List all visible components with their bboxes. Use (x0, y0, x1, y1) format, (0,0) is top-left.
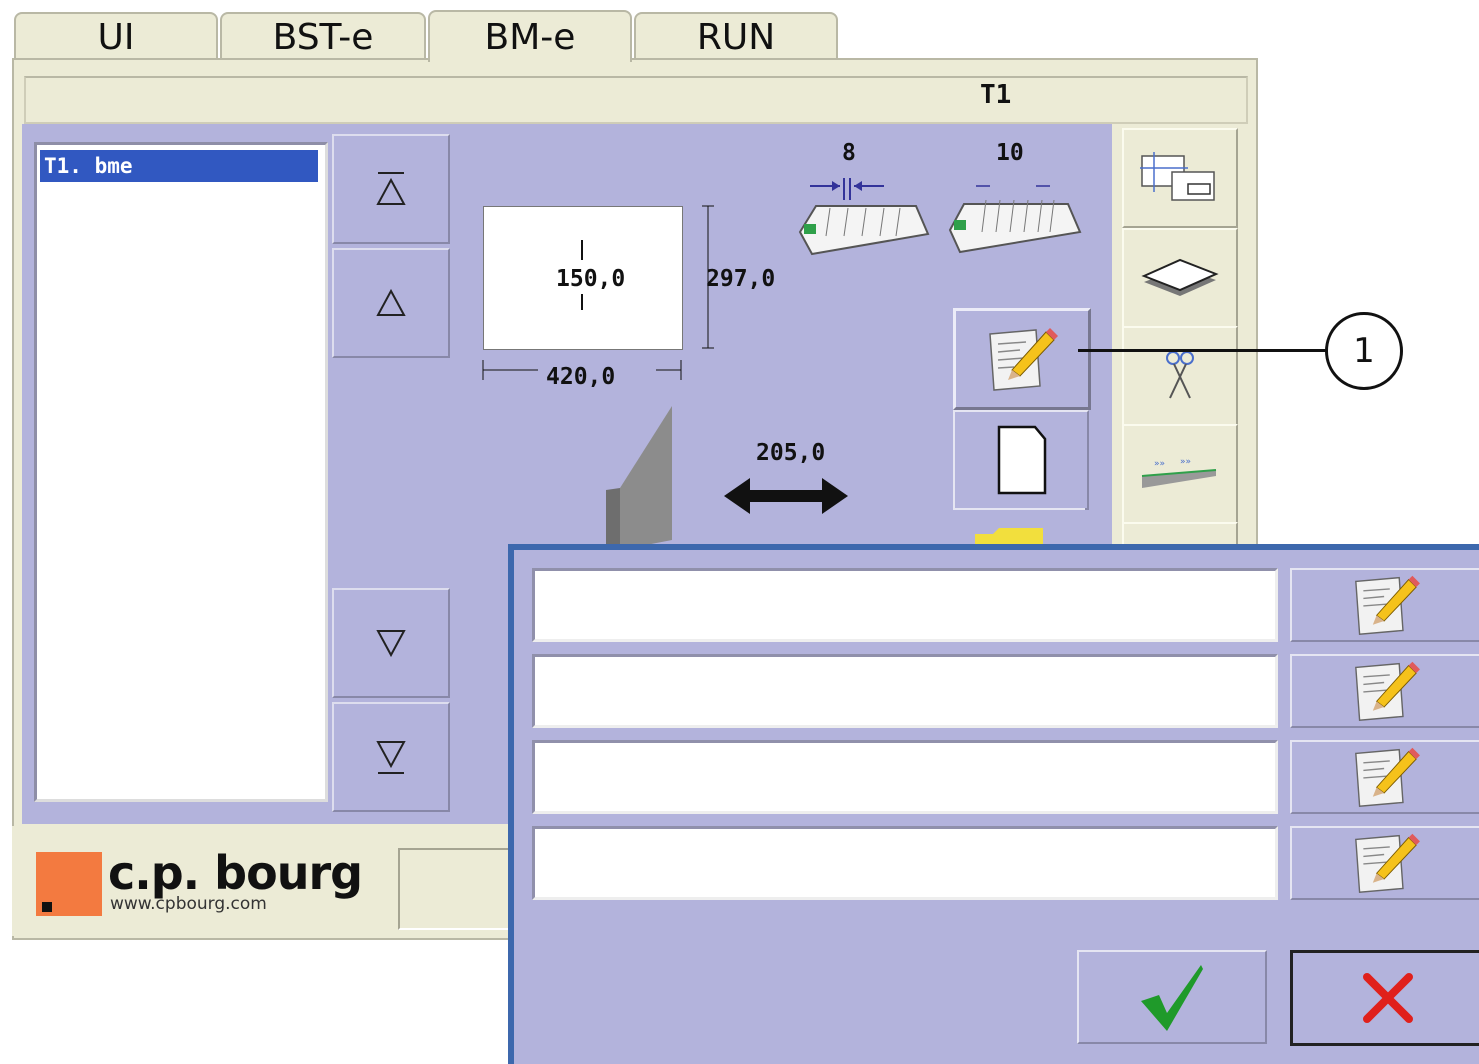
sheet-width-value: 420,0 (546, 364, 616, 390)
svg-text:»»: »» (1154, 459, 1165, 469)
stack-graphic (606, 406, 672, 550)
edit-note-icon (1354, 661, 1420, 721)
cancel-button[interactable] (1290, 950, 1479, 1046)
job-title: T1 (980, 80, 1012, 110)
edit-job-button[interactable] (953, 308, 1091, 410)
list-item[interactable]: T1. bme (40, 150, 318, 182)
edit-note-icon (989, 328, 1058, 391)
dimension-lines (482, 205, 714, 380)
cut-button[interactable] (1122, 326, 1238, 426)
tab-bm-e[interactable]: BM-e (428, 10, 632, 62)
page-format-button[interactable] (953, 410, 1089, 510)
svg-text:»»: »» (1180, 457, 1191, 467)
callout-marker: 1 (1325, 312, 1403, 390)
triangle-down-icon (376, 630, 406, 658)
edit-field-1-button[interactable] (1290, 568, 1479, 642)
brand-name: c.p. bourg (108, 846, 363, 900)
feeder-right-icon (948, 185, 1082, 254)
tab-ui[interactable]: UI (14, 12, 218, 60)
move-bottom-icon (376, 741, 406, 774)
feeder-left-icon (798, 178, 930, 256)
tab-bst-e[interactable]: BST-e (220, 12, 426, 60)
spacing-value: 205,0 (756, 440, 826, 466)
feeder-count-right: 10 (996, 140, 1024, 166)
dialog-field-2[interactable] (532, 654, 1278, 728)
edit-note-icon (1354, 575, 1420, 635)
dialog-field-3[interactable] (532, 740, 1278, 814)
layout-icon (1140, 152, 1215, 201)
paper-stack-icon (1141, 258, 1219, 296)
folder-button[interactable] (953, 508, 1085, 554)
move-top-icon (376, 172, 406, 205)
tab-run[interactable]: RUN (634, 12, 838, 60)
sheet-height-value: 297,0 (706, 266, 776, 292)
move-to-bottom-button[interactable] (332, 702, 450, 812)
conveyor-icon: »» »» (1141, 457, 1217, 488)
triangle-up-icon (376, 288, 406, 316)
scissors-icon (1166, 351, 1194, 399)
page-icon (997, 425, 1047, 495)
layout-button[interactable] (1122, 128, 1238, 228)
confirm-button[interactable] (1077, 950, 1267, 1044)
callout-leader (1078, 349, 1326, 352)
conveyor-button[interactable]: »» »» (1122, 424, 1238, 524)
move-to-top-button[interactable] (332, 134, 450, 244)
dialog-field-1[interactable] (532, 568, 1278, 642)
feeder-count-left: 8 (842, 140, 856, 166)
edit-note-icon (1354, 747, 1420, 807)
move-up-button[interactable] (332, 248, 450, 358)
checkmark-icon (1141, 965, 1203, 1031)
edit-field-4-button[interactable] (1290, 826, 1479, 900)
dialog-field-4[interactable] (532, 826, 1278, 900)
title-bar (24, 76, 1248, 124)
edit-field-2-button[interactable] (1290, 654, 1479, 728)
edit-field-3-button[interactable] (1290, 740, 1479, 814)
file-list[interactable] (34, 142, 328, 802)
status-field (398, 848, 522, 930)
paper-button[interactable] (1122, 228, 1238, 328)
close-icon (1362, 973, 1413, 1023)
brand-logo-dot (42, 902, 52, 912)
fold-position-value: 150,0 (556, 266, 626, 292)
double-arrow-icon (724, 478, 848, 514)
edit-note-icon (1354, 833, 1420, 893)
move-down-button[interactable] (332, 588, 450, 698)
brand-url: www.cpbourg.com (110, 894, 267, 914)
